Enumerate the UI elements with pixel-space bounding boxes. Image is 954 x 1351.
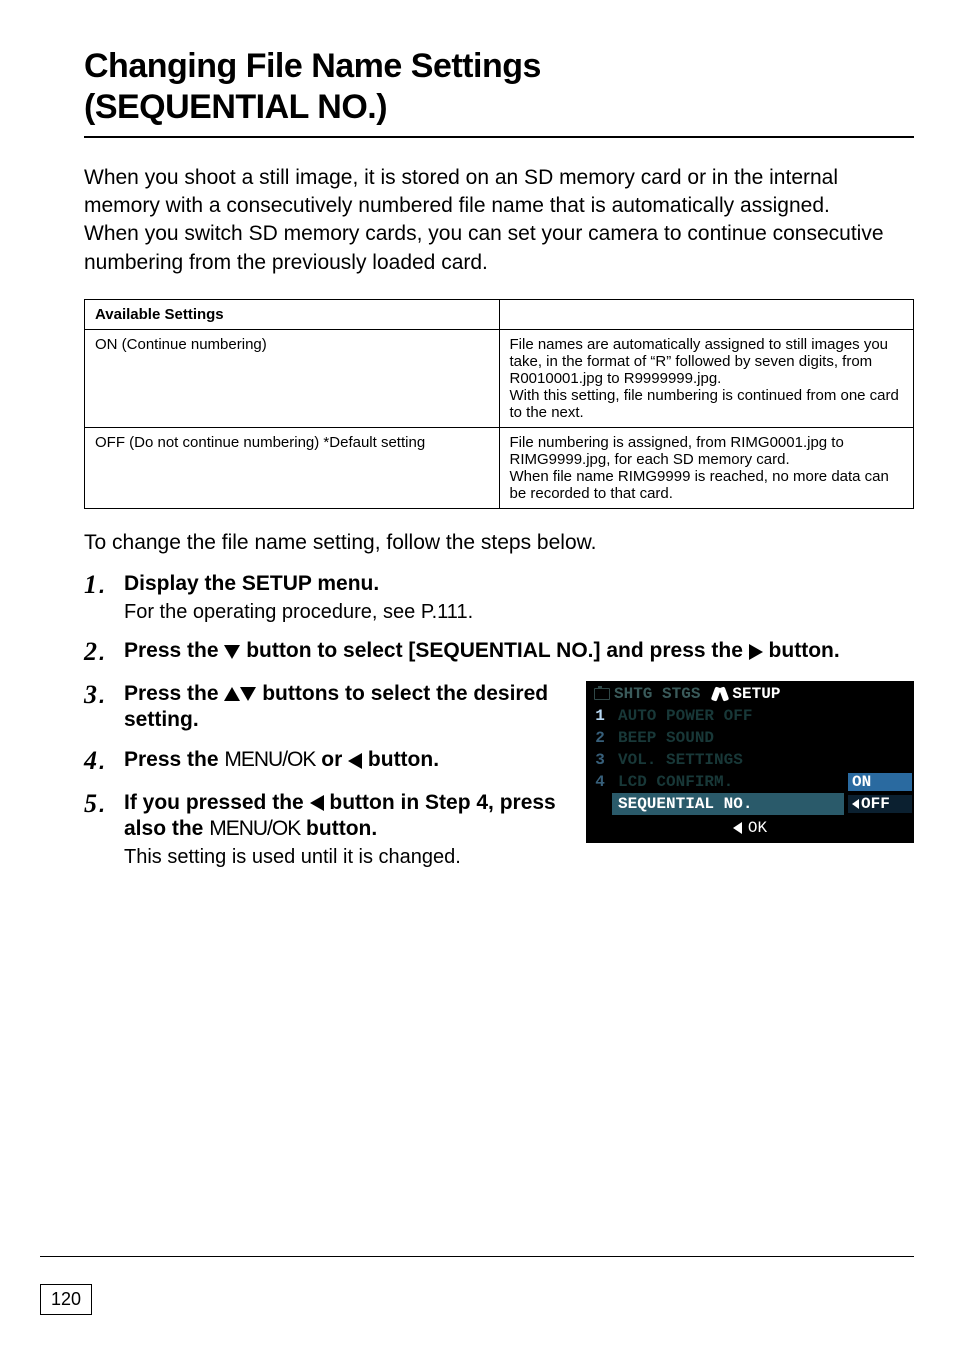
page-title: Changing File Name Settings (SEQUENTIAL …	[84, 46, 914, 128]
step-5-head: If you pressed the button in Step 4, pre…	[124, 790, 558, 843]
steps-list: 1. Display the SETUP menu. For the opera…	[84, 571, 914, 667]
lcd-body: 1 AUTO POWER OFF 2 BEEP SOUND 3 VOL. SET…	[588, 705, 912, 815]
step-1-note: For the operating procedure, see P.111.	[124, 601, 914, 624]
camera-lcd-screenshot: SHTG STGS SETUP 1 AUTO POWER OFF 2 BEEP …	[586, 681, 914, 843]
step-5-note: This setting is used until it is changed…	[124, 846, 558, 869]
step-2-head: Press the button to select [SEQUENTIAL N…	[124, 638, 914, 664]
lcd-row-num: 1	[588, 705, 612, 727]
triangle-down-icon	[240, 687, 256, 701]
setup-tools-icon	[712, 686, 728, 702]
lcd-value-on: ON	[848, 773, 912, 791]
triangle-left-white-icon	[733, 822, 742, 834]
step-number: 4.	[84, 747, 124, 776]
lcd-value-off: OFF	[848, 795, 912, 813]
lcd-row: 4 LCD CONFIRM. ON	[588, 771, 912, 793]
lcd-row-num: 2	[588, 727, 612, 749]
title-rule	[84, 136, 914, 138]
step-4: 4. Press the MENU/OK or button.	[84, 747, 558, 776]
lcd-row-num	[588, 802, 612, 806]
step-2: 2. Press the button to select [SEQUENTIA…	[84, 638, 914, 667]
menu-ok-label: MENU/OK	[209, 817, 300, 840]
table-header-row: Available Settings	[85, 299, 914, 329]
table-row: ON (Continue numbering) File names are a…	[85, 329, 914, 427]
triangle-up-icon	[224, 687, 240, 701]
table-header-empty	[499, 299, 914, 329]
page-number: 120	[40, 1284, 92, 1315]
table-header-cell: Available Settings	[85, 299, 500, 329]
setting-desc: File numbering is assigned, from RIMG000…	[499, 427, 914, 508]
sub-intro: To change the file name setting, follow …	[84, 531, 914, 555]
lcd-row-selected: SEQUENTIAL NO. OFF	[588, 793, 912, 815]
lcd-row-label: AUTO POWER OFF	[612, 705, 912, 727]
table-row: OFF (Do not continue numbering) *Default…	[85, 427, 914, 508]
lcd-tab-setup: SETUP	[706, 683, 786, 705]
menu-ok-label: MENU/OK	[224, 748, 315, 771]
triangle-right-icon	[749, 644, 763, 660]
title-line-2: (SEQUENTIAL NO.)	[84, 88, 387, 126]
setting-name: OFF (Do not continue numbering) *Default…	[85, 427, 500, 508]
step-number: 1.	[84, 571, 124, 624]
steps-list-cont: 3. Press the buttons to select the desir…	[84, 681, 558, 870]
triangle-left-small-icon	[852, 799, 859, 809]
step-1-head: Display the SETUP menu.	[124, 571, 914, 597]
step-number: 5.	[84, 790, 124, 870]
lcd-row-num: 3	[588, 749, 612, 771]
setting-desc: File names are automatically assigned to…	[499, 329, 914, 427]
lcd-row: 2 BEEP SOUND	[588, 727, 912, 749]
lcd-tab-shtg: SHTG STGS	[588, 683, 706, 705]
settings-table: Available Settings ON (Continue numberin…	[84, 299, 914, 509]
triangle-down-icon	[224, 645, 240, 659]
step-1: 1. Display the SETUP menu. For the opera…	[84, 571, 914, 624]
step-4-head: Press the MENU/OK or button.	[124, 747, 558, 773]
step-3-head: Press the buttons to select the desired …	[124, 681, 558, 734]
step-number: 3.	[84, 681, 124, 734]
lcd-row-label: VOL. SETTINGS	[612, 749, 912, 771]
lcd-row-label-selected: SEQUENTIAL NO.	[612, 793, 844, 815]
title-line-1: Changing File Name Settings	[84, 47, 541, 85]
lcd-row: 3 VOL. SETTINGS	[588, 749, 912, 771]
lcd-footer: OK	[588, 815, 912, 841]
lcd-row-label: LCD CONFIRM.	[612, 771, 844, 793]
lcd-row-label: BEEP SOUND	[612, 727, 912, 749]
lcd-tab-bar: SHTG STGS SETUP	[588, 683, 912, 705]
step-5: 5. If you pressed the button in Step 4, …	[84, 790, 558, 870]
lcd-ok-label: OK	[748, 819, 767, 837]
triangle-left-icon	[310, 795, 324, 811]
camera-icon	[594, 688, 610, 700]
lcd-row-num: 4	[588, 771, 612, 793]
setting-name: ON (Continue numbering)	[85, 329, 500, 427]
step-3: 3. Press the buttons to select the desir…	[84, 681, 558, 734]
intro-paragraph: When you shoot a still image, it is stor…	[84, 164, 914, 277]
footer-rule	[40, 1256, 914, 1257]
lcd-row: 1 AUTO POWER OFF	[588, 705, 912, 727]
step-number: 2.	[84, 638, 124, 667]
triangle-left-icon	[348, 753, 362, 769]
